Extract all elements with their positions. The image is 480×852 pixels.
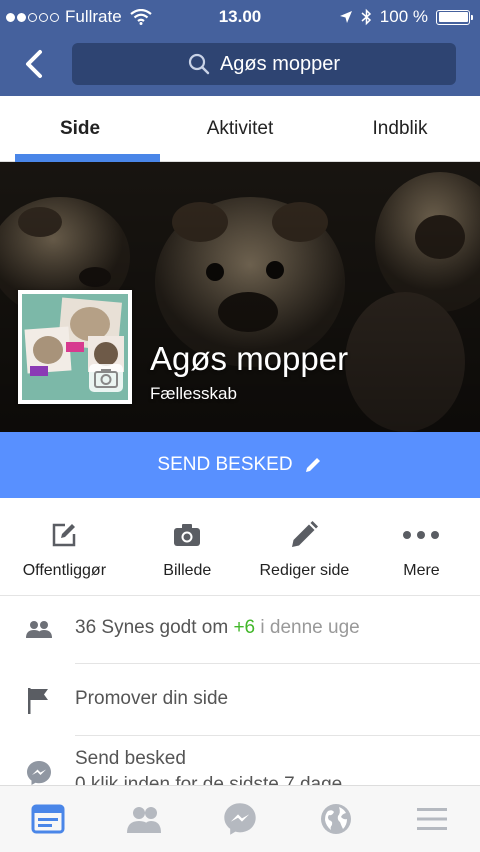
pencil-icon bbox=[292, 521, 319, 547]
send-message-label: SEND BESKED bbox=[157, 454, 293, 475]
nav-notifications[interactable] bbox=[288, 786, 384, 852]
profile-picture[interactable] bbox=[18, 290, 132, 404]
action-label: Mere bbox=[403, 562, 440, 579]
page-title: Agøs mopper bbox=[150, 340, 349, 377]
nav-news-feed[interactable] bbox=[0, 786, 96, 852]
search-field[interactable]: Agøs mopper bbox=[72, 43, 456, 85]
nav-menu[interactable] bbox=[384, 786, 480, 852]
tab-indblik[interactable]: Indblik bbox=[320, 96, 480, 161]
likes-delta: +6 bbox=[233, 617, 256, 638]
tab-aktivitet[interactable]: Aktivitet bbox=[160, 96, 320, 161]
camera-icon bbox=[174, 524, 201, 546]
message-text: Send besked bbox=[75, 748, 186, 769]
location-arrow-icon bbox=[339, 11, 352, 23]
cover-photo[interactable]: Agøs mopper Fællesskab bbox=[0, 162, 480, 432]
flag-icon bbox=[28, 688, 48, 714]
nav-friends[interactable] bbox=[96, 786, 192, 852]
bluetooth-icon bbox=[361, 8, 371, 26]
back-button[interactable] bbox=[16, 44, 52, 84]
globe-icon bbox=[321, 804, 351, 834]
friends-icon bbox=[127, 807, 161, 833]
likes-period: i denne uge bbox=[260, 617, 360, 638]
action-label: Billede bbox=[163, 562, 212, 579]
likes-text: 36 Synes godt om +6 i denne uge bbox=[75, 617, 360, 639]
tab-active-indicator bbox=[15, 154, 160, 162]
more-button[interactable]: Mere bbox=[363, 498, 480, 595]
menu-icon bbox=[417, 808, 447, 830]
news-feed-icon bbox=[31, 804, 65, 834]
edit-page-button[interactable]: Rediger side bbox=[246, 498, 363, 595]
more-dots-icon bbox=[403, 531, 440, 539]
header: Fullrate 13.00 100 % Agøs mopper bbox=[0, 0, 480, 96]
action-label: Rediger side bbox=[259, 562, 350, 579]
messenger-icon bbox=[27, 761, 51, 785]
likes-row[interactable]: 36 Synes godt om +6 i denne uge bbox=[0, 596, 480, 662]
promote-row[interactable]: Promover din side bbox=[0, 664, 480, 734]
tab-label: Indblik bbox=[372, 118, 428, 139]
message-row[interactable]: Send besked 0 klik inden for de sidste 7… bbox=[0, 736, 480, 786]
pencil-icon bbox=[305, 458, 320, 472]
people-icon bbox=[26, 621, 52, 638]
messenger-icon bbox=[224, 803, 256, 835]
camera-icon bbox=[94, 369, 118, 388]
tab-label: Aktivitet bbox=[206, 118, 274, 139]
status-bar: Fullrate 13.00 100 % bbox=[0, 0, 480, 34]
search-text: Agøs mopper bbox=[219, 52, 341, 75]
chevron-left-icon bbox=[26, 50, 42, 78]
profile-image bbox=[22, 294, 128, 400]
promote-text: Promover din side bbox=[75, 688, 229, 709]
tab-label: Side bbox=[59, 118, 101, 139]
page-tabs: Side Aktivitet Indblik bbox=[0, 96, 480, 162]
search-icon bbox=[188, 53, 210, 75]
status-right: 100 % bbox=[339, 7, 473, 27]
likes-count: 36 Synes godt om bbox=[75, 617, 229, 638]
nav-messenger[interactable] bbox=[192, 786, 288, 852]
edit-photo-button[interactable] bbox=[89, 364, 123, 392]
tab-side[interactable]: Side bbox=[0, 96, 160, 162]
publish-button[interactable]: Offentliggør bbox=[0, 498, 129, 595]
compose-icon bbox=[53, 523, 76, 547]
bottom-tab-bar bbox=[0, 785, 480, 852]
photo-button[interactable]: Billede bbox=[129, 498, 246, 595]
action-label: Offentliggør bbox=[22, 562, 107, 579]
battery-icon bbox=[436, 9, 473, 25]
battery-percent: 100 % bbox=[379, 7, 428, 26]
page-category: Fællesskab bbox=[150, 384, 237, 403]
action-bar: Offentliggør Billede Rediger side Mere bbox=[0, 498, 480, 596]
send-message-button[interactable]: SEND BESKED bbox=[0, 432, 480, 498]
